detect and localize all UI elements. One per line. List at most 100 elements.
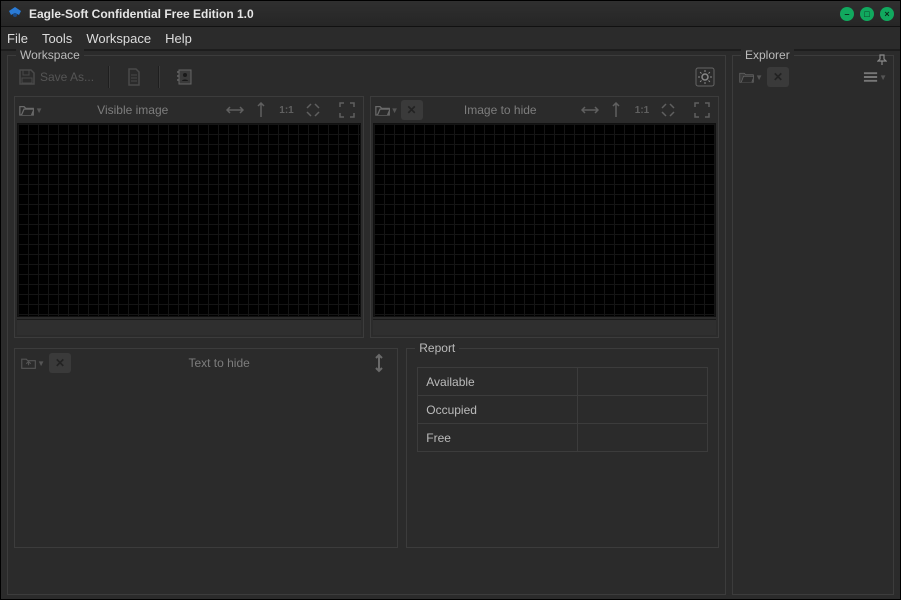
window-title: Eagle-Soft Confidential Free Edition 1.0 (29, 7, 840, 21)
fullscreen-button[interactable] (335, 99, 359, 121)
menu-tools[interactable]: Tools (42, 31, 72, 46)
report-table: Available Occupied Free (417, 367, 708, 452)
visible-image-status (17, 319, 361, 335)
pin-button[interactable] (877, 54, 887, 66)
main-area: Workspace Save As... (1, 51, 900, 599)
hamburger-icon (863, 71, 878, 83)
gear-icon (695, 67, 715, 87)
document-button[interactable] (120, 64, 148, 90)
open-file-icon (375, 103, 390, 117)
close-x-icon: ✕ (773, 70, 783, 84)
menu-help[interactable]: Help (165, 31, 192, 46)
fit-width-button[interactable] (578, 99, 602, 121)
fit-height-button[interactable] (249, 99, 273, 121)
menu-workspace[interactable]: Workspace (86, 31, 151, 46)
fullscreen-button[interactable] (690, 99, 714, 121)
chevron-down-icon: ▼ (37, 359, 45, 368)
clear-text-button[interactable]: ✕ (49, 353, 71, 373)
hide-image-toolbar: ▼ ✕ Image to hide 1:1 (371, 97, 719, 123)
fullscreen-icon (339, 102, 355, 118)
close-x-icon: ✕ (406, 103, 416, 117)
fit-button[interactable] (656, 99, 680, 121)
text-to-hide-pane: ▼ ✕ Text to hide (14, 348, 398, 548)
actual-size-button[interactable]: 1:1 (630, 99, 654, 121)
text-to-hide-input[interactable] (17, 379, 395, 545)
report-row-available: Available (418, 368, 708, 396)
hide-image-label: Image to hide (464, 103, 537, 117)
report-value (577, 396, 707, 424)
settings-button[interactable] (691, 64, 719, 90)
chevron-down-icon: ▼ (879, 73, 887, 82)
open-file-icon (19, 103, 34, 117)
chevron-down-icon: ▼ (35, 106, 43, 115)
clear-explorer-button[interactable]: ✕ (767, 67, 789, 87)
actual-size-button[interactable]: 1:1 (275, 99, 299, 121)
window-controls: – □ × (840, 7, 894, 21)
chevron-down-icon: ▼ (755, 73, 763, 82)
text-toolbar: ▼ ✕ Text to hide (15, 349, 397, 377)
bottom-row: ▼ ✕ Text to hide Report Available (14, 348, 719, 548)
minimize-button[interactable]: – (840, 7, 854, 21)
visible-image-label: Visible image (97, 103, 168, 117)
menu-file[interactable]: File (7, 31, 28, 46)
explorer-toolbar: ▼ ✕ ▼ (739, 62, 887, 92)
report-row-occupied: Occupied (418, 396, 708, 424)
report-pane: Report Available Occupied Free (406, 348, 719, 548)
hide-image-canvas[interactable] (373, 123, 717, 317)
visible-image-canvas[interactable] (17, 123, 361, 317)
fit-width-button[interactable] (223, 99, 247, 121)
fit-button[interactable] (301, 99, 325, 121)
fit-width-icon (581, 104, 599, 116)
workspace-column: Workspace Save As... (1, 51, 730, 599)
open-visible-image-button[interactable]: ▼ (19, 99, 43, 121)
report-panel-title: Report (415, 341, 459, 355)
clear-hide-image-button[interactable]: ✕ (401, 100, 423, 120)
fit-height-button[interactable] (604, 99, 628, 121)
report-value (577, 368, 707, 396)
app-logo-icon (7, 6, 23, 22)
maximize-button[interactable]: □ (860, 7, 874, 21)
workspace-toolbar: Save As... (14, 62, 719, 92)
contacts-icon (175, 68, 193, 86)
hide-image-pane: ▼ ✕ Image to hide 1:1 (370, 96, 720, 338)
explorer-panel: Explorer ▼ ✕ ▼ (732, 55, 894, 595)
explorer-tree[interactable] (739, 96, 887, 588)
vertical-resize-icon (373, 353, 385, 373)
open-text-button[interactable]: ▼ (21, 352, 45, 374)
hide-image-status (373, 319, 717, 335)
document-icon (126, 68, 142, 86)
folder-icon (739, 69, 754, 85)
open-folder-button[interactable]: ▼ (739, 66, 763, 88)
fit-width-icon (226, 104, 244, 116)
report-label: Available (418, 368, 577, 396)
fit-icon (661, 103, 675, 117)
images-row: ▼ Visible image 1:1 (14, 96, 719, 338)
pin-icon (877, 54, 887, 66)
save-as-button[interactable]: Save As... (14, 64, 98, 90)
workspace-panel: Workspace Save As... (7, 55, 726, 595)
fit-height-icon (256, 102, 266, 118)
explorer-column: Explorer ▼ ✕ ▼ (730, 51, 900, 599)
open-hide-image-button[interactable]: ▼ (375, 99, 399, 121)
close-x-icon: ✕ (55, 356, 65, 370)
titlebar: Eagle-Soft Confidential Free Edition 1.0… (1, 1, 900, 27)
resize-vertical-button[interactable] (367, 352, 391, 374)
visible-image-pane: ▼ Visible image 1:1 (14, 96, 364, 338)
workspace-panel-title: Workspace (16, 48, 84, 62)
fit-height-icon (611, 102, 621, 118)
close-button[interactable]: × (880, 7, 894, 21)
open-file-icon (21, 355, 36, 371)
contacts-button[interactable] (170, 64, 198, 90)
chevron-down-icon: ▼ (391, 106, 399, 115)
separator (108, 66, 110, 88)
fit-icon (306, 103, 320, 117)
fullscreen-icon (694, 102, 710, 118)
separator (158, 66, 160, 88)
explorer-panel-title: Explorer (741, 48, 794, 62)
text-to-hide-label: Text to hide (75, 356, 363, 370)
save-as-label: Save As... (40, 70, 94, 84)
explorer-menu-button[interactable]: ▼ (863, 66, 887, 88)
report-label: Free (418, 424, 577, 452)
save-icon (18, 68, 36, 86)
report-label: Occupied (418, 396, 577, 424)
